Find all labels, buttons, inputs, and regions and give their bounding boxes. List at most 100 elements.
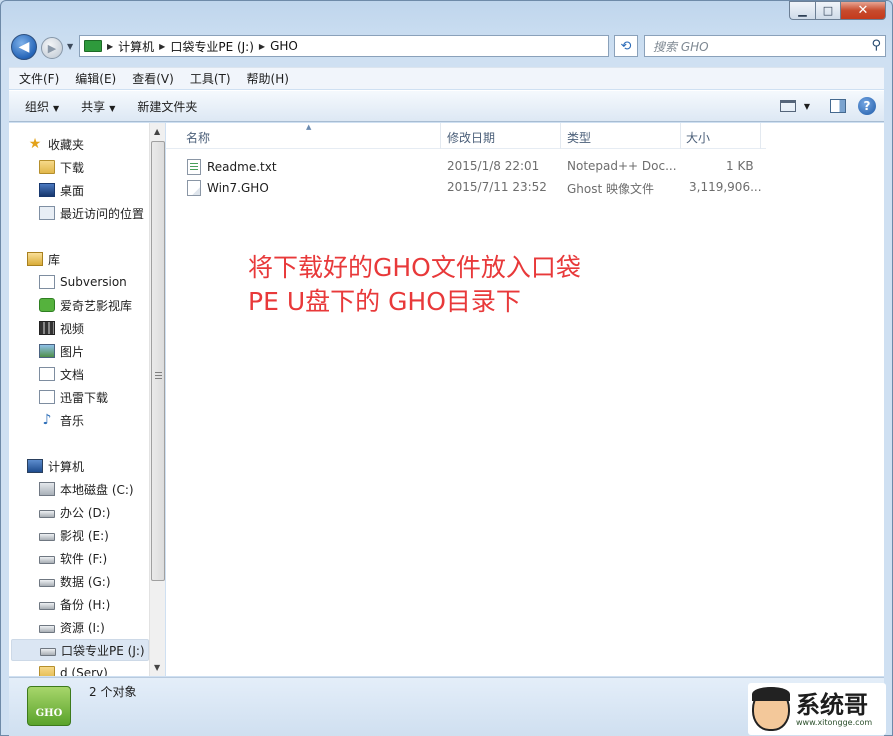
drive-icon: [39, 556, 55, 564]
table-row[interactable]: Win7.GHO 2015/7/11 23:52 Ghost 映像文件 3,11…: [166, 177, 766, 198]
refresh-button[interactable]: ⟲: [614, 35, 638, 57]
nav-network-serv[interactable]: d (Serv): [39, 662, 164, 676]
scrollbar-thumb[interactable]: [151, 141, 165, 581]
scroll-up-icon[interactable]: ▲: [154, 127, 160, 136]
nav-drive-h[interactable]: 备份 (H:): [39, 593, 164, 615]
nav-subversion[interactable]: Subversion: [39, 271, 164, 293]
nav-iqiyi[interactable]: 爱奇艺影视库: [39, 294, 164, 316]
column-header: ▲ 名称 修改日期 类型 大小: [166, 123, 766, 149]
nav-computer[interactable]: 计算机: [27, 455, 164, 477]
menu-edit[interactable]: 编辑(E): [69, 70, 122, 87]
arrow-right-icon: ▶: [47, 41, 57, 55]
menu-tools[interactable]: 工具(T): [184, 70, 237, 87]
grip-icon: [155, 372, 162, 380]
chevron-down-icon: ▼: [109, 103, 116, 113]
column-divider[interactable]: [440, 123, 441, 149]
menu-file[interactable]: 文件(F): [13, 70, 65, 87]
share-button[interactable]: 共享 ▼: [75, 98, 121, 115]
navigation-row: ◀ ▶ ▼ ▶ 计算机 ▶ 口袋专业PE (J:) ▶ GHO ⟲ 搜索 GHO…: [11, 33, 886, 61]
navigation-pane: ★ 收藏夹 下载 桌面 最近访问的位置 库 Subversion 爱奇艺影视库 视…: [9, 123, 165, 676]
search-icon[interactable]: ⚲: [871, 38, 881, 53]
breadcrumb-drive[interactable]: 口袋专业PE (J:): [170, 38, 254, 55]
column-type[interactable]: 类型: [567, 129, 591, 146]
nav-favorites[interactable]: ★ 收藏夹: [27, 133, 164, 155]
video-library-icon: [39, 321, 55, 335]
navigation-scrollbar[interactable]: ▲ ▼: [149, 123, 165, 676]
watermark-title: 系统哥: [796, 690, 868, 719]
nav-desktop[interactable]: 桌面: [39, 179, 164, 201]
watermark-url: www.xitongge.com: [796, 717, 873, 727]
nav-downloads[interactable]: 下载: [39, 156, 164, 178]
command-bar: 组织 ▼ 共享 ▼ 新建文件夹 ▼ ?: [9, 90, 884, 122]
breadcrumb-folder[interactable]: GHO: [270, 39, 298, 53]
chevron-right-icon[interactable]: ▶: [159, 42, 165, 51]
arrow-left-icon: ◀: [18, 39, 30, 55]
nav-libraries[interactable]: 库: [27, 248, 164, 270]
desktop-icon: [39, 183, 55, 197]
library-icon: [27, 252, 43, 266]
help-icon[interactable]: ?: [858, 97, 876, 115]
system-drive-icon: [39, 482, 55, 496]
refresh-icon: ⟲: [620, 38, 632, 54]
table-row[interactable]: Readme.txt 2015/1/8 22:01 Notepad++ Doc.…: [166, 156, 766, 177]
watermark-logo: 系统哥 www.xitongge.com: [748, 683, 886, 735]
breadcrumb-computer[interactable]: 计算机: [118, 38, 154, 55]
chevron-down-icon[interactable]: ▼: [804, 102, 810, 111]
document-library-icon: [39, 367, 55, 381]
column-divider[interactable]: [760, 123, 761, 149]
file-type: Ghost 映像文件: [567, 182, 655, 196]
text-file-icon: [187, 159, 201, 175]
search-placeholder: 搜索 GHO: [653, 39, 709, 54]
search-input[interactable]: 搜索 GHO ⚲: [644, 35, 886, 57]
organize-button[interactable]: 组织 ▼: [19, 98, 65, 115]
nav-drive-g[interactable]: 数据 (G:): [39, 570, 164, 592]
nav-pictures[interactable]: 图片: [39, 340, 164, 362]
nav-videos[interactable]: 视频: [39, 317, 164, 339]
document-library-icon: [39, 275, 55, 289]
view-controls: ▼ ?: [779, 97, 876, 115]
file-date: 2015/1/8 22:01: [447, 159, 540, 173]
nav-drive-f[interactable]: 软件 (F:): [39, 547, 164, 569]
file-name: Readme.txt: [207, 160, 277, 174]
nav-drive-d[interactable]: 办公 (D:): [39, 501, 164, 523]
file-list: ▲ 名称 修改日期 类型 大小 Readme.txt 2015/1/8 22:0…: [166, 123, 884, 676]
nav-documents[interactable]: 文档: [39, 363, 164, 385]
forward-button[interactable]: ▶: [41, 37, 63, 59]
item-count: 2 个对象: [89, 685, 137, 699]
column-divider[interactable]: [680, 123, 681, 149]
nav-drive-j[interactable]: 口袋专业PE (J:): [11, 639, 149, 661]
drive-icon: [39, 602, 55, 610]
menu-help[interactable]: 帮助(H): [241, 70, 295, 87]
nav-drive-c[interactable]: 本地磁盘 (C:): [39, 478, 164, 500]
chevron-right-icon[interactable]: ▶: [107, 42, 113, 51]
recent-pages-dropdown[interactable]: ▼: [67, 42, 75, 51]
scroll-down-icon[interactable]: ▼: [154, 663, 160, 672]
file-date: 2015/7/11 23:52: [447, 180, 547, 194]
column-date-modified[interactable]: 修改日期: [447, 129, 495, 146]
close-button[interactable]: ✕: [840, 1, 886, 20]
preview-pane-icon[interactable]: [830, 99, 846, 113]
nav-music[interactable]: ♪ 音乐: [39, 409, 164, 431]
nav-thunder-downloads[interactable]: 迅雷下载: [39, 386, 164, 408]
address-bar[interactable]: ▶ 计算机 ▶ 口袋专业PE (J:) ▶ GHO: [79, 35, 609, 57]
mascot-icon: [752, 687, 790, 731]
minimize-button[interactable]: ▁: [789, 1, 815, 20]
drive-icon: [39, 579, 55, 587]
column-size[interactable]: 大小: [686, 129, 710, 146]
picture-library-icon: [39, 344, 55, 358]
maximize-button[interactable]: □: [815, 1, 840, 20]
nav-recent-places[interactable]: 最近访问的位置: [39, 202, 164, 224]
menu-view[interactable]: 查看(V): [126, 70, 180, 87]
chevron-right-icon[interactable]: ▶: [259, 42, 265, 51]
view-options-icon[interactable]: [779, 100, 796, 112]
music-library-icon: ♪: [42, 412, 52, 428]
column-divider[interactable]: [560, 123, 561, 149]
usb-drive-icon: [40, 648, 56, 656]
nav-drive-e[interactable]: 影视 (E:): [39, 524, 164, 546]
back-button[interactable]: ◀: [11, 34, 37, 60]
nav-drive-i[interactable]: 资源 (I:): [39, 616, 164, 638]
new-folder-button[interactable]: 新建文件夹: [131, 98, 203, 115]
column-name[interactable]: 名称: [186, 129, 210, 146]
sort-ascending-icon: ▲: [306, 123, 312, 131]
recent-places-icon: [39, 206, 55, 220]
